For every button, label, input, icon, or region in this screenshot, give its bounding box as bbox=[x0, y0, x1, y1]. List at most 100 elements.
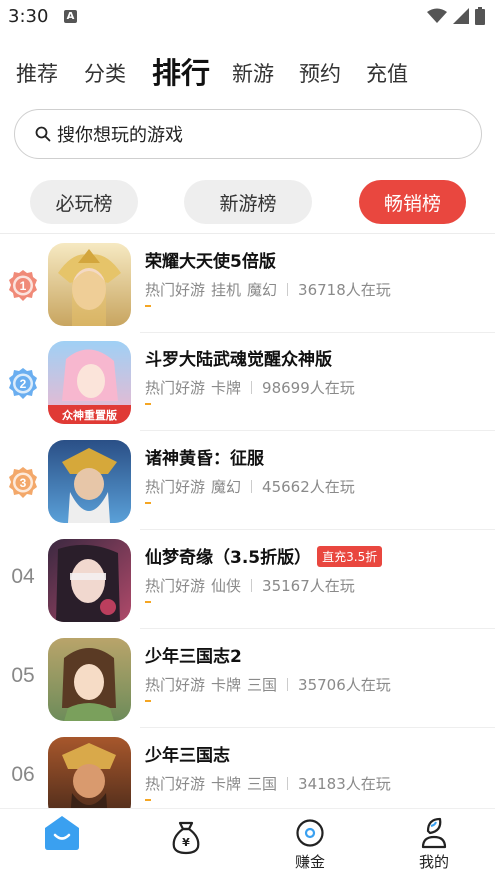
game-tag: 魔幻 bbox=[211, 478, 242, 496]
game-tag: 卡牌 bbox=[211, 379, 242, 397]
game-tag: 卡牌 bbox=[211, 676, 242, 694]
sanguo2-game-icon[interactable] bbox=[48, 638, 131, 721]
svg-text:¥: ¥ bbox=[182, 836, 190, 849]
meta-divider bbox=[251, 480, 253, 493]
rank-medal-number: 2 bbox=[20, 377, 27, 391]
god-game-icon[interactable] bbox=[48, 440, 131, 523]
battery-icon bbox=[475, 7, 485, 25]
rank-medal-number: 3 bbox=[20, 476, 27, 490]
game-meta: 热门好游 卡牌 三国 34183人在玩 bbox=[145, 773, 391, 794]
meta-divider bbox=[287, 777, 289, 790]
game-meta: 热门好游 卡牌 98699人在玩 bbox=[145, 377, 355, 398]
row-divider bbox=[140, 529, 495, 530]
game-title: 荣耀大天使5倍版 bbox=[145, 252, 276, 272]
profile-icon bbox=[421, 817, 447, 849]
meta-divider bbox=[287, 678, 289, 691]
game-tag: 热门好游 bbox=[145, 676, 206, 694]
accent-dash bbox=[145, 700, 151, 702]
game-tag: 仙侠 bbox=[211, 577, 242, 595]
game-meta: 热门好游 魔幻 45662人在玩 bbox=[145, 476, 355, 497]
game-title: 仙梦奇缘（3.5折版） 直充3.5折 bbox=[145, 543, 383, 568]
rank-tab-must-play[interactable]: 必玩榜 bbox=[30, 180, 138, 224]
search-icon bbox=[35, 126, 51, 142]
game-tag: 热门好游 bbox=[145, 775, 206, 793]
row-divider bbox=[140, 430, 495, 431]
meta-divider bbox=[251, 579, 253, 592]
game-tag: 热门好游 bbox=[145, 281, 206, 299]
signal-icon bbox=[453, 8, 469, 24]
douluo-game-icon[interactable]: 众神重置版 bbox=[48, 341, 131, 424]
nav-home[interactable] bbox=[0, 809, 124, 880]
game-tag: 魔幻 bbox=[247, 281, 278, 299]
game-title-text: 仙梦奇缘（3.5折版） bbox=[145, 548, 312, 568]
meta-divider bbox=[251, 381, 253, 394]
game-tag: 热门好游 bbox=[145, 577, 206, 595]
rank-medal-icon: 2 bbox=[9, 368, 37, 399]
accent-dash bbox=[145, 502, 151, 504]
discount-badge: 直充3.5折 bbox=[317, 546, 383, 567]
list-item[interactable]: 2 众神重置版 斗罗大陆武魂觉醒众神版 热门好游 卡牌 98699人在玩 bbox=[0, 333, 495, 431]
nav-mine-label: 我的 bbox=[418, 853, 449, 871]
players-count: 45662人在玩 bbox=[262, 478, 355, 496]
rank-medal-number: 1 bbox=[20, 279, 27, 293]
accent-dash bbox=[145, 305, 151, 307]
money-bag-icon: ¥ bbox=[172, 821, 200, 855]
list-item[interactable]: 05 少年三国志2 热门好游 卡牌 三国 35706人在玩 bbox=[0, 630, 495, 728]
rank-number: 06 bbox=[11, 763, 35, 786]
wifi-icon bbox=[427, 8, 447, 23]
nav-welfare[interactable]: ¥ bbox=[124, 809, 248, 880]
accent-dash bbox=[145, 799, 151, 801]
rank-tab-new-games[interactable]: 新游榜 bbox=[184, 180, 312, 224]
game-tag: 挂机 bbox=[211, 281, 242, 299]
tab-category[interactable]: 分类 bbox=[84, 58, 126, 88]
xianmeng-game-icon[interactable] bbox=[48, 539, 131, 622]
row-divider bbox=[140, 628, 495, 629]
angel-game-icon[interactable] bbox=[48, 243, 131, 326]
tab-new-games[interactable]: 新游 bbox=[232, 58, 274, 88]
status-icons bbox=[427, 7, 485, 25]
accent-dash bbox=[145, 403, 151, 405]
game-title: 少年三国志 bbox=[145, 746, 230, 766]
rank-tab-bestseller[interactable]: 畅销榜 bbox=[359, 180, 466, 224]
game-title: 斗罗大陆武魂觉醒众神版 bbox=[145, 350, 332, 370]
tab-recommend[interactable]: 推荐 bbox=[16, 58, 58, 88]
players-count: 35706人在玩 bbox=[298, 676, 391, 694]
nav-mine[interactable]: 我的 bbox=[372, 809, 495, 880]
game-tag: 三国 bbox=[247, 775, 278, 793]
nav-earn-label: 赚金 bbox=[294, 853, 325, 871]
notification-icon: A bbox=[64, 10, 77, 23]
game-tag: 热门好游 bbox=[145, 478, 206, 496]
search-input[interactable]: 搜你想玩的游戏 bbox=[14, 109, 482, 159]
players-count: 35167人在玩 bbox=[262, 577, 355, 595]
tab-recharge[interactable]: 充值 bbox=[366, 58, 408, 88]
list-item[interactable]: 04 仙梦奇缘（3.5折版） 直充3.5折 热门好游 仙侠 35167人在玩 bbox=[0, 531, 495, 629]
tab-ranking[interactable]: 排行 bbox=[152, 50, 210, 92]
nav-earn[interactable]: 赚金 bbox=[248, 809, 372, 880]
game-tag: 卡牌 bbox=[211, 775, 242, 793]
status-bar: 3:30 A bbox=[0, 0, 495, 34]
home-icon bbox=[45, 816, 79, 850]
divider bbox=[0, 233, 495, 234]
status-time: 3:30 bbox=[8, 6, 49, 27]
rank-number: 04 bbox=[11, 565, 35, 588]
bottom-nav: ¥ 赚金 我的 bbox=[0, 808, 495, 880]
game-tag: 三国 bbox=[247, 676, 278, 694]
list-item[interactable]: 3 诸神黄昏：征服 热门好游 魔幻 45662人在玩 bbox=[0, 432, 495, 530]
game-title: 诸神黄昏：征服 bbox=[145, 449, 264, 469]
search-placeholder: 搜你想玩的游戏 bbox=[57, 125, 183, 146]
players-count: 98699人在玩 bbox=[262, 379, 355, 397]
game-title: 少年三国志2 bbox=[145, 647, 242, 667]
game-tag: 热门好游 bbox=[145, 379, 206, 397]
players-count: 36718人在玩 bbox=[298, 281, 391, 299]
tab-reserve[interactable]: 预约 bbox=[299, 58, 341, 88]
game-meta: 热门好游 卡牌 三国 35706人在玩 bbox=[145, 674, 391, 695]
game-meta: 热门好游 挂机 魔幻 36718人在玩 bbox=[145, 279, 391, 300]
coin-icon bbox=[296, 819, 324, 847]
list-item[interactable]: 1 荣耀大天使5倍版 热门好游 挂机 魔幻 36718人在玩 bbox=[0, 235, 495, 333]
top-tabs: 推荐 分类 排行 新游 预约 充值 bbox=[0, 48, 495, 98]
icon-banner-text: 众神重置版 bbox=[62, 408, 117, 422]
meta-divider bbox=[287, 283, 289, 296]
rank-medal-icon: 1 bbox=[9, 270, 37, 301]
game-meta: 热门好游 仙侠 35167人在玩 bbox=[145, 575, 355, 596]
rank-number: 05 bbox=[11, 664, 35, 687]
